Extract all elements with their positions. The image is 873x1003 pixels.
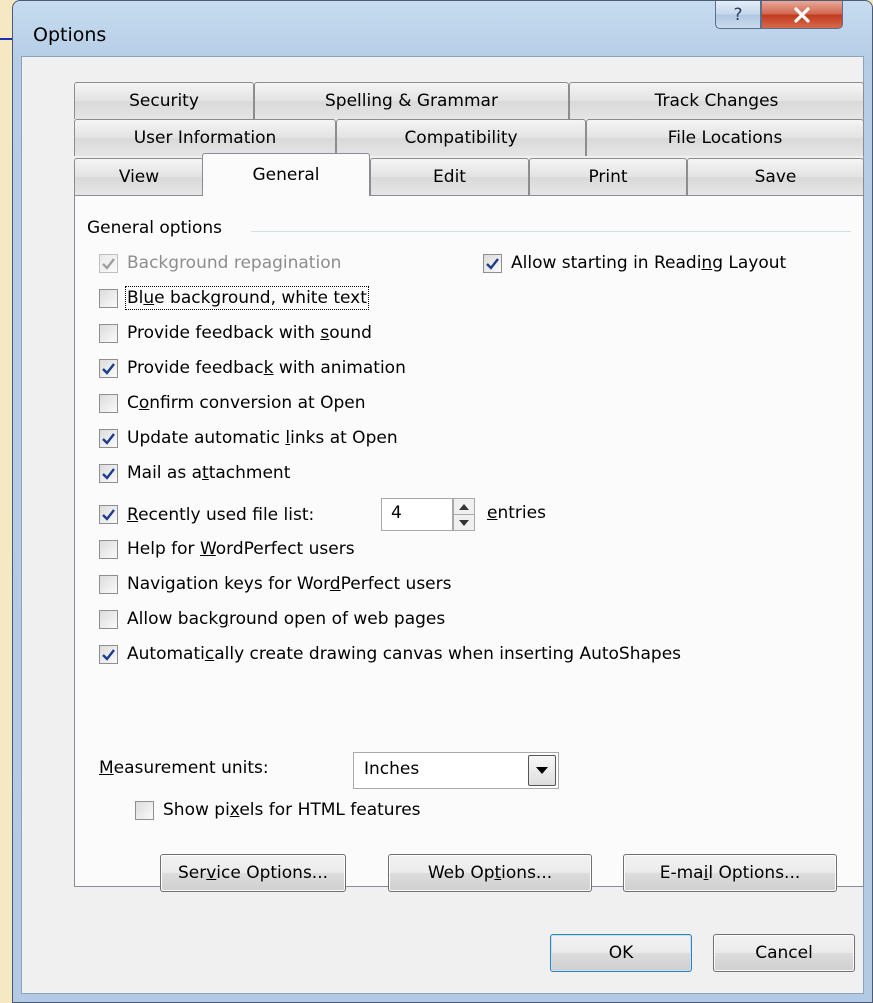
tab-label: User Information: [133, 128, 277, 148]
checkbox[interactable]: [99, 463, 118, 483]
tab-label: Compatibility: [404, 128, 518, 148]
option-label: Confirm conversion at Open: [127, 393, 366, 413]
spin-up-icon[interactable]: [454, 499, 474, 514]
close-x-icon: [794, 6, 810, 23]
help-button[interactable]: ?: [715, 1, 761, 29]
option-label: Mail as attachment: [127, 463, 291, 483]
option-recent-files: Recently used file list: 4 entries: [99, 498, 699, 531]
tab-view[interactable]: View: [74, 158, 204, 195]
measurement-units-select[interactable]: Inches: [353, 752, 559, 789]
tab-label: Track Changes: [654, 91, 779, 111]
checkbox[interactable]: [99, 288, 118, 308]
checkbox[interactable]: [99, 393, 118, 413]
tab-label: Spelling & Grammar: [325, 91, 498, 111]
checkbox[interactable]: [99, 609, 118, 629]
tab-compatibility[interactable]: Compatibility: [336, 119, 586, 156]
question-mark-icon: ?: [733, 4, 743, 25]
option-feedback-sound[interactable]: Provide feedback with sound: [99, 323, 372, 343]
option-label[interactable]: Recently used file list:: [127, 505, 314, 525]
option-label: Background repagination: [127, 253, 342, 273]
option-label: Navigation keys for WordPerfect users: [127, 574, 452, 594]
measurement-units-label: Measurement units:: [99, 758, 269, 778]
close-button[interactable]: [761, 1, 843, 29]
group-title-general-options: General options: [87, 218, 223, 238]
tab-label: View: [118, 167, 160, 187]
option-label: Provide feedback with animation: [127, 358, 406, 378]
tab-row-1: Security Spelling & Grammar Track Change…: [74, 82, 864, 119]
option-label: Allow background open of web pages: [127, 609, 446, 629]
checkbox[interactable]: [99, 574, 118, 594]
selected-value: Inches: [364, 759, 420, 779]
option-label: Update automatic links at Open: [127, 428, 398, 448]
option-nav-keys-wordperfect[interactable]: Navigation keys for WordPerfect users: [99, 574, 451, 594]
tab-save[interactable]: Save: [687, 158, 864, 195]
checkbox[interactable]: [483, 253, 502, 273]
title-bar[interactable]: Options ?: [13, 1, 872, 57]
options-dialog: Options ? Security Spelling & Grammar Tr…: [12, 0, 873, 1003]
option-help-wordperfect[interactable]: Help for WordPerfect users: [99, 539, 355, 559]
option-label: Automatically create drawing canvas when…: [127, 644, 682, 664]
tab-label: File Locations: [667, 128, 783, 148]
checkbox[interactable]: [99, 505, 118, 524]
tab-label: General: [252, 165, 320, 185]
tab-label: Print: [588, 167, 628, 187]
tab-label: Edit: [433, 167, 466, 187]
option-label: Show pixels for HTML features: [163, 800, 421, 820]
checkbox[interactable]: [99, 253, 118, 273]
tab-print[interactable]: Print: [529, 158, 687, 195]
window-title: Options: [33, 24, 107, 46]
web-options-button[interactable]: Web Op t ions...: [388, 854, 592, 892]
tab-security[interactable]: Security: [74, 82, 254, 119]
ok-button[interactable]: OK: [550, 934, 692, 972]
option-drawing-canvas[interactable]: Automatically create drawing canvas when…: [99, 644, 681, 664]
option-feedback-animation[interactable]: Provide feedback with animation: [99, 358, 406, 378]
option-label: Allow starting in Reading Layout: [511, 253, 787, 273]
dropdown-button[interactable]: [528, 755, 556, 786]
option-mail-attachment[interactable]: Mail as attachment: [99, 463, 290, 483]
group-divider: [251, 231, 851, 232]
tab-strip: Security Spelling & Grammar Track Change…: [74, 82, 864, 196]
dialog-client-area: Security Spelling & Grammar Track Change…: [21, 56, 864, 994]
tab-label: Save: [754, 167, 797, 187]
tab-track-changes[interactable]: Track Changes: [569, 82, 864, 119]
tab-spelling-grammar[interactable]: Spelling & Grammar: [254, 82, 569, 119]
tab-edit[interactable]: Edit: [370, 158, 529, 195]
option-label: Provide feedback with sound: [127, 323, 372, 343]
tab-user-information[interactable]: User Information: [74, 119, 336, 156]
option-background-open-web[interactable]: Allow background open of web pages: [99, 609, 445, 629]
option-background-repagination[interactable]: Background repagination: [99, 253, 341, 273]
tab-row-2: User Information Compatibility File Loca…: [74, 119, 864, 156]
tab-row-3: View General Edit Print Save: [74, 153, 864, 196]
checkbox[interactable]: [99, 358, 118, 378]
recent-files-count-input[interactable]: 4: [381, 498, 453, 531]
checkbox[interactable]: [99, 428, 118, 448]
option-label: Blue background, white text: [125, 286, 369, 310]
checkbox[interactable]: [99, 539, 118, 559]
checkbox[interactable]: [99, 644, 118, 664]
option-show-pixels[interactable]: Show pixels for HTML features: [135, 800, 421, 820]
tab-general[interactable]: General: [202, 153, 370, 196]
email-options-button[interactable]: E-ma i l Options...: [623, 854, 837, 892]
checkbox[interactable]: [99, 323, 118, 343]
tab-label: Security: [129, 91, 199, 111]
option-confirm-conversion[interactable]: Confirm conversion at Open: [99, 393, 366, 413]
cancel-button[interactable]: Cancel: [713, 934, 855, 972]
option-label: Help for WordPerfect users: [127, 539, 355, 559]
general-tab-panel: General options Background repagination …: [74, 195, 864, 887]
option-update-links[interactable]: Update automatic links at Open: [99, 428, 398, 448]
option-allow-reading-layout[interactable]: Allow starting in Reading Layout: [483, 253, 786, 273]
checkbox[interactable]: [135, 800, 154, 820]
chevron-down-icon: [536, 767, 548, 774]
spin-down-icon[interactable]: [454, 514, 474, 530]
tab-file-locations[interactable]: File Locations: [586, 119, 864, 156]
service-options-button[interactable]: Ser v ice Options...: [160, 854, 346, 892]
entries-label: entries: [487, 503, 546, 523]
recent-files-spinner[interactable]: [453, 498, 475, 531]
option-blue-background[interactable]: Blue background, white text: [99, 286, 369, 310]
